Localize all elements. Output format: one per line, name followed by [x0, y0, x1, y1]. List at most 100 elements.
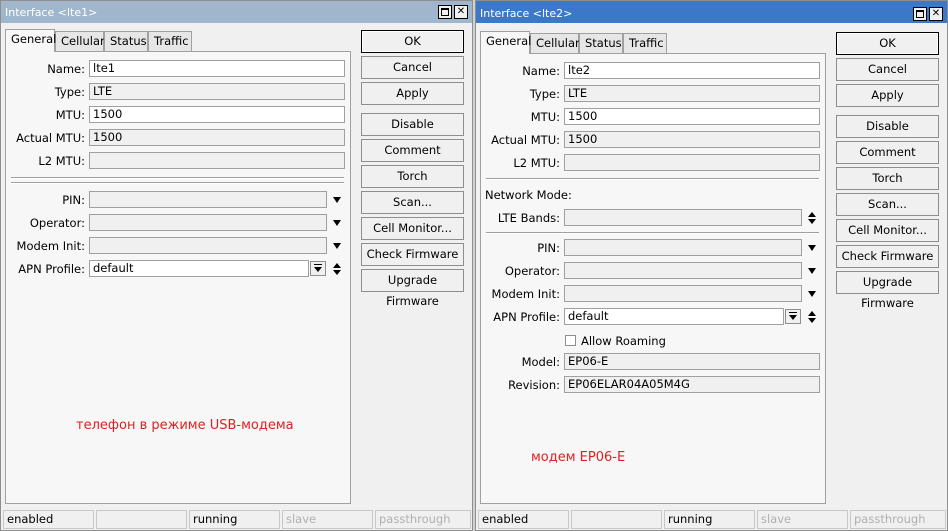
- l2mtu-label: L2 MTU:: [38, 154, 85, 168]
- check-firmware-button[interactable]: Check Firmware: [836, 245, 939, 268]
- type-label: Type:: [529, 87, 560, 101]
- apply-button[interactable]: Apply: [361, 82, 464, 105]
- cell-monitor-button[interactable]: Cell Monitor...: [361, 217, 464, 240]
- tab-status[interactable]: Status: [104, 31, 148, 51]
- name-label: Name:: [47, 62, 85, 76]
- title-bar[interactable]: Interface <lte1> ✕: [1, 1, 472, 23]
- up-down-icon[interactable]: [808, 311, 817, 323]
- separator: [486, 232, 819, 234]
- status-running: running: [664, 510, 755, 529]
- allow-roaming-checkbox[interactable]: [565, 335, 576, 346]
- close-icon[interactable]: ✕: [929, 7, 943, 21]
- ok-button[interactable]: OK: [836, 32, 939, 55]
- mtu-input[interactable]: 1500: [564, 108, 820, 125]
- apn-profile-label: APN Profile:: [493, 310, 560, 324]
- operator-label: Operator:: [504, 264, 560, 278]
- torch-button[interactable]: Torch: [361, 165, 464, 188]
- up-down-icon[interactable]: [333, 263, 342, 275]
- apn-profile-select[interactable]: default: [89, 260, 309, 277]
- type-label: Type:: [54, 85, 85, 99]
- model-field: EP06-E: [564, 353, 820, 370]
- operator-dropdown[interactable]: [89, 214, 327, 231]
- comment-button[interactable]: Comment: [361, 139, 464, 162]
- ok-button[interactable]: OK: [361, 30, 464, 53]
- tab-traffic[interactable]: Traffic: [623, 33, 667, 53]
- chevron-down-icon[interactable]: [333, 197, 341, 203]
- mtu-label: MTU:: [530, 110, 560, 124]
- modem-init-label: Modem Init:: [491, 287, 560, 301]
- lte-bands-label: LTE Bands:: [497, 211, 560, 225]
- status-slave: slave: [282, 510, 373, 529]
- status-enabled: enabled: [478, 510, 569, 529]
- interface-window-lte2: Interface <lte2> ✕ General Cellular Stat…: [475, 0, 948, 531]
- operator-dropdown[interactable]: [564, 262, 802, 279]
- tab-general[interactable]: General: [5, 29, 56, 52]
- mtu-input[interactable]: 1500: [89, 106, 345, 123]
- scan-button[interactable]: Scan...: [361, 191, 464, 214]
- scan-button[interactable]: Scan...: [836, 193, 939, 216]
- modem-init-dropdown[interactable]: [564, 285, 802, 302]
- model-label: Model:: [521, 355, 560, 369]
- chevron-down-icon[interactable]: [333, 220, 341, 226]
- close-icon[interactable]: ✕: [454, 5, 468, 19]
- dropdown-icon[interactable]: [785, 309, 801, 324]
- tab-traffic[interactable]: Traffic: [148, 31, 192, 51]
- disable-button[interactable]: Disable: [361, 113, 464, 136]
- upgrade-firmware-button[interactable]: Upgrade Firmware: [836, 271, 939, 310]
- revision-label: Revision:: [508, 378, 560, 392]
- chevron-down-icon[interactable]: [808, 268, 816, 274]
- actual-mtu-field: 1500: [89, 129, 345, 146]
- title-bar[interactable]: Interface <lte2> ✕: [476, 1, 947, 23]
- interface-window-lte1: Interface <lte1> ✕ General Cellular Stat…: [0, 0, 473, 531]
- tab-status[interactable]: Status: [579, 33, 623, 53]
- comment-button[interactable]: Comment: [836, 141, 939, 164]
- cancel-button[interactable]: Cancel: [361, 56, 464, 79]
- pin-dropdown[interactable]: [564, 239, 802, 256]
- apply-button[interactable]: Apply: [836, 84, 939, 107]
- name-input[interactable]: lte2: [564, 62, 820, 79]
- general-pane: Name: lte2 Type: LTE MTU: 1500 Actual MT…: [480, 53, 826, 504]
- tab-cellular[interactable]: Cellular: [530, 33, 580, 53]
- l2mtu-field: [89, 152, 345, 169]
- tab-cellular[interactable]: Cellular: [55, 31, 105, 51]
- tab-general[interactable]: General: [480, 31, 531, 54]
- pin-dropdown[interactable]: [89, 191, 327, 208]
- l2mtu-field: [564, 154, 820, 171]
- status-slave: slave: [757, 510, 848, 529]
- cell-monitor-button[interactable]: Cell Monitor...: [836, 219, 939, 242]
- chevron-down-icon[interactable]: [808, 291, 816, 297]
- status-bar: enabled running slave passthrough: [1, 504, 474, 530]
- chevron-down-icon[interactable]: [808, 245, 816, 251]
- allow-roaming-label: Allow Roaming: [581, 334, 666, 348]
- upgrade-firmware-button[interactable]: Upgrade Firmware: [361, 269, 464, 308]
- disable-button[interactable]: Disable: [836, 115, 939, 138]
- status-empty: [96, 510, 187, 529]
- modem-init-dropdown[interactable]: [89, 237, 327, 254]
- maximize-icon[interactable]: [913, 7, 927, 21]
- actual-mtu-label: Actual MTU:: [16, 131, 85, 145]
- check-firmware-button[interactable]: Check Firmware: [361, 243, 464, 266]
- window-title: Interface <lte1>: [5, 6, 98, 19]
- type-field: LTE: [564, 85, 820, 102]
- dropdown-icon[interactable]: [310, 261, 326, 276]
- operator-label: Operator:: [29, 216, 85, 230]
- chevron-down-icon[interactable]: [333, 243, 341, 249]
- status-running: running: [189, 510, 280, 529]
- separator: [11, 182, 344, 184]
- pin-label: PIN:: [62, 193, 85, 207]
- cancel-button[interactable]: Cancel: [836, 58, 939, 81]
- separator: [486, 178, 819, 180]
- window-title: Interface <lte2>: [480, 7, 573, 20]
- actual-mtu-field: 1500: [564, 131, 820, 148]
- status-empty: [571, 510, 662, 529]
- maximize-icon[interactable]: [438, 5, 452, 19]
- apn-profile-select[interactable]: default: [564, 308, 784, 325]
- status-passthrough: passthrough: [850, 510, 946, 529]
- lte-bands-field[interactable]: [564, 209, 802, 226]
- mtu-label: MTU:: [55, 108, 85, 122]
- name-input[interactable]: lte1: [89, 60, 345, 77]
- type-field: LTE: [89, 83, 345, 100]
- torch-button[interactable]: Torch: [836, 167, 939, 190]
- modem-init-label: Modem Init:: [16, 239, 85, 253]
- up-down-icon[interactable]: [808, 212, 817, 224]
